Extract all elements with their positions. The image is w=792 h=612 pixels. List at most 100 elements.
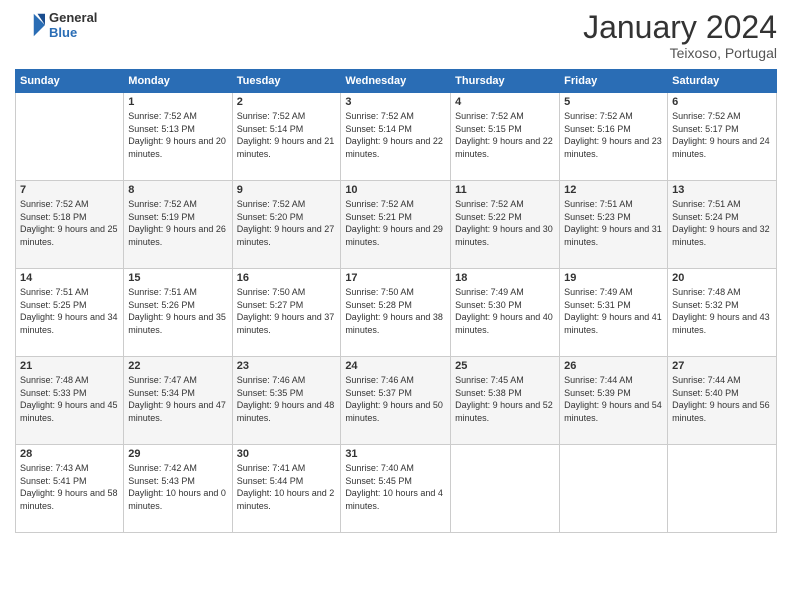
calendar-cell: 14Sunrise: 7:51 AMSunset: 5:25 PMDayligh… (16, 269, 124, 357)
location: Teixoso, Portugal (583, 45, 777, 61)
day-info: Sunrise: 7:52 AMSunset: 5:22 PMDaylight:… (455, 198, 555, 248)
calendar-cell: 31Sunrise: 7:40 AMSunset: 5:45 PMDayligh… (341, 445, 451, 533)
day-number: 26 (564, 360, 663, 372)
day-number: 13 (672, 184, 772, 196)
calendar-cell: 10 Sunrise: 7:52 AMSunset: 5:21 PMDayligh… (341, 181, 451, 269)
day-info: Sunrise: 7:47 AMSunset: 5:34 PMDaylight:… (128, 374, 227, 424)
calendar-cell: 1 Sunrise: 7:52 AMSunset: 5:13 PMDaylight… (124, 93, 232, 181)
calendar-cell: 4Sunrise: 7:52 AMSunset: 5:15 PMDaylight… (451, 93, 560, 181)
weekday-header-sunday: Sunday (16, 70, 124, 93)
calendar-cell: 23 Sunrise: 7:46 AMSunset: 5:35 PMDayligh… (232, 357, 341, 445)
calendar-week-row: 28 Sunrise: 7:43 AMSunset: 5:41 PMDayligh… (16, 445, 777, 533)
day-number: 7 (20, 184, 119, 196)
calendar-cell: 26 Sunrise: 7:44 AMSunset: 5:39 PMDayligh… (560, 357, 668, 445)
calendar-cell: 27 Sunrise: 7:44 AMSunset: 5:40 PMDayligh… (668, 357, 777, 445)
day-number: 30 (237, 448, 337, 460)
day-number: 23 (237, 360, 337, 372)
day-info: Sunrise: 7:43 AMSunset: 5:41 PMDaylight:… (20, 462, 119, 512)
day-number: 19 (564, 272, 663, 284)
day-number: 20 (672, 272, 772, 284)
calendar-cell: 6 Sunrise: 7:52 AMSunset: 5:17 PMDaylight… (668, 93, 777, 181)
weekday-header-row: SundayMondayTuesdayWednesdayThursdayFrid… (16, 70, 777, 93)
day-number: 11 (455, 184, 555, 196)
calendar-cell: 5 Sunrise: 7:52 AMSunset: 5:16 PMDaylight… (560, 93, 668, 181)
day-number: 1 (128, 96, 227, 108)
calendar-cell: 18 Sunrise: 7:49 AMSunset: 5:30 PMDayligh… (451, 269, 560, 357)
day-number: 5 (564, 96, 663, 108)
calendar-cell: 8 Sunrise: 7:52 AMSunset: 5:19 PMDaylight… (124, 181, 232, 269)
day-info: Sunrise: 7:51 AMSunset: 5:24 PMDaylight:… (672, 198, 772, 248)
day-info: Sunrise: 7:52 AMSunset: 5:15 PMDaylight:… (455, 110, 555, 160)
title-block: January 2024 Teixoso, Portugal (583, 10, 777, 61)
logo-text: General Blue (49, 10, 97, 40)
day-info: Sunrise: 7:52 AMSunset: 5:14 PMDaylight:… (237, 110, 337, 160)
calendar-cell: 20 Sunrise: 7:48 AMSunset: 5:32 PMDayligh… (668, 269, 777, 357)
day-number: 28 (20, 448, 119, 460)
calendar-cell: 12Sunrise: 7:51 AMSunset: 5:23 PMDayligh… (560, 181, 668, 269)
day-info: Sunrise: 7:52 AMSunset: 5:16 PMDaylight:… (564, 110, 663, 160)
weekday-header-monday: Monday (124, 70, 232, 93)
day-info: Sunrise: 7:49 AMSunset: 5:31 PMDaylight:… (564, 286, 663, 336)
day-number: 3 (345, 96, 446, 108)
day-info: Sunrise: 7:52 AMSunset: 5:14 PMDaylight:… (345, 110, 446, 160)
weekday-header-wednesday: Wednesday (341, 70, 451, 93)
calendar-cell: 28 Sunrise: 7:43 AMSunset: 5:41 PMDayligh… (16, 445, 124, 533)
day-info: Sunrise: 7:49 AMSunset: 5:30 PMDaylight:… (455, 286, 555, 336)
calendar-cell: 25 Sunrise: 7:45 AMSunset: 5:38 PMDayligh… (451, 357, 560, 445)
day-info: Sunrise: 7:52 AMSunset: 5:18 PMDaylight:… (20, 198, 119, 248)
day-info: Sunrise: 7:52 AMSunset: 5:19 PMDaylight:… (128, 198, 227, 248)
weekday-header-tuesday: Tuesday (232, 70, 341, 93)
calendar-cell (16, 93, 124, 181)
calendar-cell: 30 Sunrise: 7:41 AMSunset: 5:44 PMDayligh… (232, 445, 341, 533)
day-number: 10 (345, 184, 446, 196)
day-number: 16 (237, 272, 337, 284)
day-info: Sunrise: 7:46 AMSunset: 5:37 PMDaylight:… (345, 374, 446, 424)
calendar-cell: 13 Sunrise: 7:51 AMSunset: 5:24 PMDayligh… (668, 181, 777, 269)
day-number: 18 (455, 272, 555, 284)
day-info: Sunrise: 7:51 AMSunset: 5:26 PMDaylight:… (128, 286, 227, 336)
calendar-week-row: 21Sunrise: 7:48 AMSunset: 5:33 PMDayligh… (16, 357, 777, 445)
day-number: 17 (345, 272, 446, 284)
day-info: Sunrise: 7:52 AMSunset: 5:13 PMDaylight:… (128, 110, 227, 160)
day-number: 9 (237, 184, 337, 196)
day-info: Sunrise: 7:51 AMSunset: 5:25 PMDaylight:… (20, 286, 119, 336)
calendar-cell (451, 445, 560, 533)
day-info: Sunrise: 7:48 AMSunset: 5:32 PMDaylight:… (672, 286, 772, 336)
day-number: 22 (128, 360, 227, 372)
day-info: Sunrise: 7:50 AMSunset: 5:28 PMDaylight:… (345, 286, 446, 336)
day-number: 25 (455, 360, 555, 372)
calendar-cell: 29Sunrise: 7:42 AMSunset: 5:43 PMDayligh… (124, 445, 232, 533)
calendar-cell: 22 Sunrise: 7:47 AMSunset: 5:34 PMDayligh… (124, 357, 232, 445)
calendar-cell: 11 Sunrise: 7:52 AMSunset: 5:22 PMDayligh… (451, 181, 560, 269)
day-info: Sunrise: 7:51 AMSunset: 5:23 PMDaylight:… (564, 198, 663, 248)
day-info: Sunrise: 7:44 AMSunset: 5:39 PMDaylight:… (564, 374, 663, 424)
day-info: Sunrise: 7:45 AMSunset: 5:38 PMDaylight:… (455, 374, 555, 424)
header: General Blue January 2024 Teixoso, Portu… (15, 10, 777, 61)
day-number: 27 (672, 360, 772, 372)
day-number: 21 (20, 360, 119, 372)
calendar-cell: 17 Sunrise: 7:50 AMSunset: 5:28 PMDayligh… (341, 269, 451, 357)
calendar-cell: 7 Sunrise: 7:52 AMSunset: 5:18 PMDaylight… (16, 181, 124, 269)
logo: General Blue (15, 10, 97, 40)
logo-general-text: General (49, 10, 97, 25)
calendar-cell: 21Sunrise: 7:48 AMSunset: 5:33 PMDayligh… (16, 357, 124, 445)
day-info: Sunrise: 7:44 AMSunset: 5:40 PMDaylight:… (672, 374, 772, 424)
day-number: 8 (128, 184, 227, 196)
day-number: 2 (237, 96, 337, 108)
weekday-header-thursday: Thursday (451, 70, 560, 93)
calendar-week-row: 14Sunrise: 7:51 AMSunset: 5:25 PMDayligh… (16, 269, 777, 357)
month-title: January 2024 (583, 10, 777, 45)
day-number: 29 (128, 448, 227, 460)
day-info: Sunrise: 7:41 AMSunset: 5:44 PMDaylight:… (237, 462, 337, 512)
calendar-cell: 15Sunrise: 7:51 AMSunset: 5:26 PMDayligh… (124, 269, 232, 357)
day-info: Sunrise: 7:52 AMSunset: 5:17 PMDaylight:… (672, 110, 772, 160)
calendar-cell: 3 Sunrise: 7:52 AMSunset: 5:14 PMDaylight… (341, 93, 451, 181)
calendar-cell: 24Sunrise: 7:46 AMSunset: 5:37 PMDayligh… (341, 357, 451, 445)
day-info: Sunrise: 7:52 AMSunset: 5:21 PMDaylight:… (345, 198, 446, 248)
day-info: Sunrise: 7:46 AMSunset: 5:35 PMDaylight:… (237, 374, 337, 424)
calendar-week-row: 7 Sunrise: 7:52 AMSunset: 5:18 PMDaylight… (16, 181, 777, 269)
logo-blue-text: Blue (49, 25, 97, 40)
day-number: 6 (672, 96, 772, 108)
day-info: Sunrise: 7:40 AMSunset: 5:45 PMDaylight:… (345, 462, 446, 512)
calendar-cell: 9Sunrise: 7:52 AMSunset: 5:20 PMDaylight… (232, 181, 341, 269)
